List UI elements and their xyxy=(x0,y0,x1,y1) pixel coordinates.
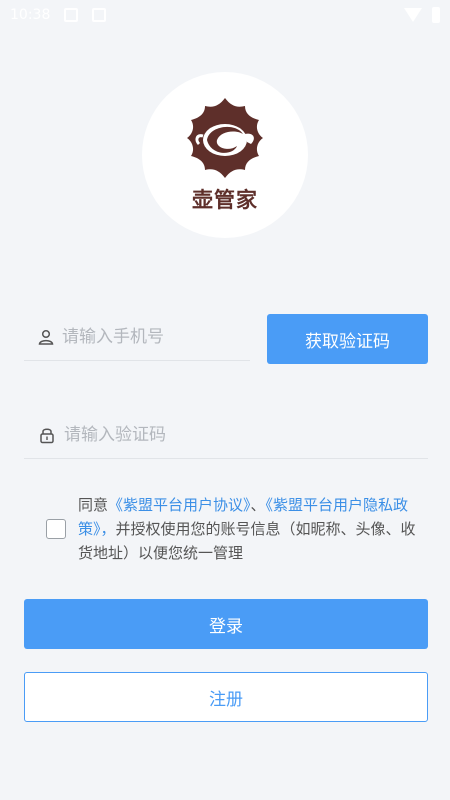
image-icon xyxy=(64,8,79,22)
status-bar: 10:38 xyxy=(0,0,450,30)
agreement: 同意《紫盟平台用户协议》、《紫盟平台用户隐私政策》，并授权使用您的账号信息（如昵… xyxy=(46,493,416,565)
user-agreement-link[interactable]: 《紫盟平台用户协议》 xyxy=(108,496,251,514)
get-code-button[interactable]: 获取验证码 xyxy=(267,314,428,364)
user-icon xyxy=(38,328,54,346)
status-time: 10:38 xyxy=(10,7,51,23)
app-name: 壶管家 xyxy=(192,188,258,212)
agree-checkbox[interactable] xyxy=(46,519,66,539)
wifi-icon xyxy=(404,8,422,22)
teapot-logo-icon xyxy=(187,98,263,178)
phone-field xyxy=(24,314,281,361)
app-logo: 壶管家 xyxy=(142,72,308,238)
phone-input[interactable] xyxy=(62,327,281,347)
code-input[interactable] xyxy=(64,425,428,445)
login-button[interactable]: 登录 xyxy=(24,599,428,649)
register-button[interactable]: 注册 xyxy=(24,672,428,722)
agreement-separator: 、 xyxy=(250,496,266,514)
agreement-text: 同意《紫盟平台用户协议》、《紫盟平台用户隐私政策》，并授权使用您的账号信息（如昵… xyxy=(78,493,416,565)
notification-icon xyxy=(92,8,107,22)
battery-icon xyxy=(432,7,440,23)
code-field xyxy=(24,412,428,459)
lock-icon xyxy=(38,426,56,444)
agreement-prefix: 同意 xyxy=(78,496,109,514)
agreement-suffix: 并授权使用您的账号信息（如昵称、头像、收货地址）以便您统一管理 xyxy=(78,520,416,562)
